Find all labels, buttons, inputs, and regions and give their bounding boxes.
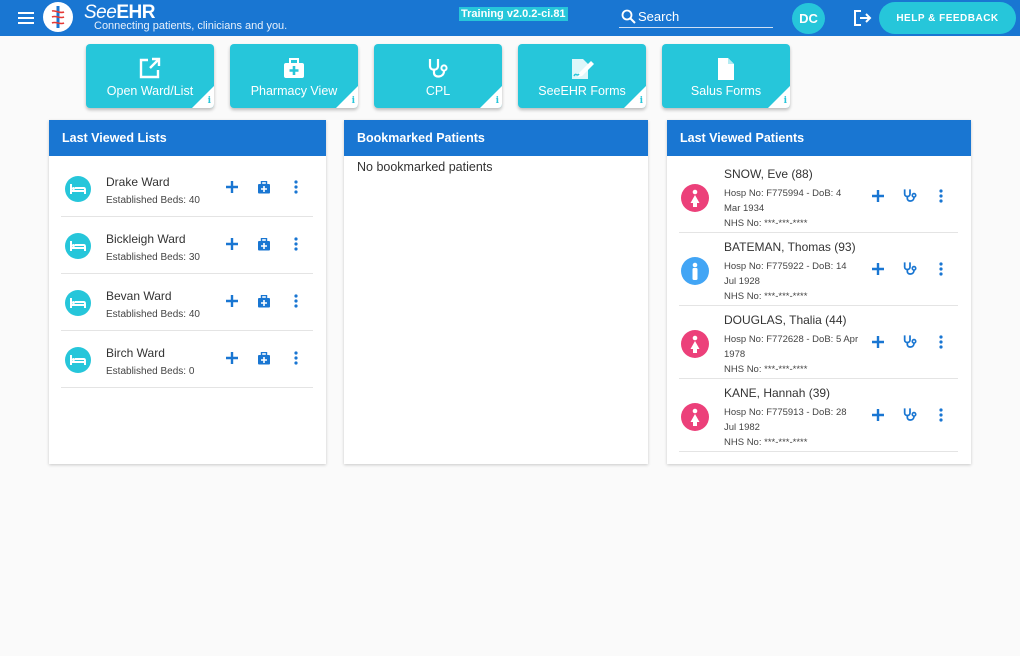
add-icon[interactable] (869, 187, 887, 205)
patient-nhs-number: NHS No: ***-***-**** (724, 437, 808, 448)
stethoscope-icon[interactable] (901, 333, 919, 351)
patient-hosp-dob: Hosp No: F775913 - DoB: 28 Jul 1982 (724, 407, 847, 433)
patient-list-item[interactable]: DOUGLAS, Thalia (44) Hosp No: F772628 - … (679, 306, 958, 379)
edit-form-icon (569, 57, 595, 86)
bookmarked-patients-panel: Bookmarked Patients No bookmarked patien… (344, 120, 648, 464)
patient-name: DOUGLAS, Thalia (44) (724, 313, 847, 327)
patient-list-item[interactable]: BATEMAN, Thomas (93) Hosp No: F775922 - … (679, 233, 958, 306)
open-external-icon (138, 57, 162, 84)
more-vert-icon[interactable] (932, 260, 950, 278)
tile-cpl[interactable]: CPL i (374, 44, 502, 108)
top-app-bar: SeeEHR Connecting patients, clinicians a… (0, 0, 1020, 36)
medical-bag-icon[interactable] (255, 235, 273, 253)
patient-name: KANE, Hannah (39) (724, 386, 831, 400)
more-vert-icon[interactable] (932, 333, 950, 351)
search-input[interactable] (638, 7, 770, 25)
add-icon[interactable] (869, 333, 887, 351)
patient-nhs-number: NHS No: ***-***-**** (724, 218, 808, 229)
ward-list-item[interactable]: Birch Ward Established Beds: 0 (61, 331, 313, 388)
more-vert-icon[interactable] (287, 235, 305, 253)
document-icon (716, 57, 736, 86)
user-avatar[interactable]: DC (792, 3, 825, 34)
tile-open-ward-list[interactable]: Open Ward/List i (86, 44, 214, 108)
tile-salus-forms[interactable]: Salus Forms i (662, 44, 790, 108)
add-icon[interactable] (223, 235, 241, 253)
add-icon[interactable] (869, 406, 887, 424)
stethoscope-icon[interactable] (901, 406, 919, 424)
female-icon (681, 403, 709, 431)
panel-title: Bookmarked Patients (344, 120, 648, 156)
ward-list-item[interactable]: Bevan Ward Established Beds: 40 (61, 274, 313, 331)
more-vert-icon[interactable] (932, 187, 950, 205)
ward-beds: Established Beds: 0 (106, 366, 195, 377)
stethoscope-icon[interactable] (901, 187, 919, 205)
environment-badge: Training v2.0.2-ci.81 (459, 7, 568, 21)
ward-name: Birch Ward (106, 346, 165, 360)
ward-beds: Established Beds: 40 (106, 195, 200, 206)
medical-bag-icon[interactable] (255, 178, 273, 196)
add-icon[interactable] (869, 260, 887, 278)
more-vert-icon[interactable] (932, 406, 950, 424)
panel-title: Last Viewed Patients (667, 120, 971, 156)
brand-tagline: Connecting patients, clinicians and you. (94, 20, 288, 32)
ward-name: Bickleigh Ward (106, 232, 186, 246)
ward-name: Drake Ward (106, 175, 170, 189)
patient-list-item[interactable]: KANE, Hannah (39) Hosp No: F775913 - DoB… (679, 379, 958, 452)
ward-name: Bevan Ward (106, 289, 172, 303)
app-logo (43, 2, 73, 32)
info-icon[interactable]: i (640, 96, 643, 106)
patient-hosp-dob: Hosp No: F775994 - DoB: 4 Mar 1934 (724, 188, 842, 214)
bed-icon (65, 176, 91, 202)
medical-bag-icon (282, 57, 306, 84)
last-viewed-lists-panel: Last Viewed Lists Drake Ward Established… (49, 120, 326, 464)
patient-name: SNOW, Eve (88) (724, 167, 813, 181)
medical-bag-icon[interactable] (255, 349, 273, 367)
info-icon[interactable]: i (784, 96, 787, 106)
more-vert-icon[interactable] (287, 349, 305, 367)
patient-nhs-number: NHS No: ***-***-**** (724, 364, 808, 375)
patient-nhs-number: NHS No: ***-***-**** (724, 291, 808, 302)
add-icon[interactable] (223, 178, 241, 196)
patient-name: BATEMAN, Thomas (93) (724, 240, 856, 254)
ward-list-item[interactable]: Drake Ward Established Beds: 40 (61, 160, 313, 217)
info-icon[interactable]: i (208, 96, 211, 106)
tile-seeehr-forms[interactable]: SeeEHR Forms i (518, 44, 646, 108)
last-viewed-patients-panel: Last Viewed Patients SNOW, Eve (88) Hosp… (667, 120, 971, 464)
menu-icon[interactable] (18, 12, 34, 24)
female-icon (681, 330, 709, 358)
add-icon[interactable] (223, 349, 241, 367)
stethoscope-icon[interactable] (901, 260, 919, 278)
info-icon[interactable]: i (496, 96, 499, 106)
bed-icon (65, 233, 91, 259)
patient-hosp-dob: Hosp No: F775922 - DoB: 14 Jul 1928 (724, 261, 847, 287)
male-icon (681, 257, 709, 285)
stethoscope-icon (426, 57, 450, 86)
info-icon[interactable]: i (352, 96, 355, 106)
panel-title: Last Viewed Lists (49, 120, 326, 156)
logout-icon[interactable] (853, 9, 873, 32)
bed-icon (65, 347, 91, 373)
empty-message: No bookmarked patients (357, 160, 493, 174)
ward-beds: Established Beds: 40 (106, 309, 200, 320)
search-icon (621, 9, 636, 24)
patient-list-item[interactable]: SNOW, Eve (88) Hosp No: F775994 - DoB: 4… (679, 160, 958, 233)
more-vert-icon[interactable] (287, 292, 305, 310)
search-box[interactable] (619, 6, 773, 28)
bed-icon (65, 290, 91, 316)
ward-beds: Established Beds: 30 (106, 252, 200, 263)
female-icon (681, 184, 709, 212)
tile-pharmacy-view[interactable]: Pharmacy View i (230, 44, 358, 108)
medical-bag-icon[interactable] (255, 292, 273, 310)
help-feedback-button[interactable]: HELP & FEEDBACK (879, 2, 1016, 34)
ward-list-item[interactable]: Bickleigh Ward Established Beds: 30 (61, 217, 313, 274)
add-icon[interactable] (223, 292, 241, 310)
patient-hosp-dob: Hosp No: F772628 - DoB: 5 Apr 1978 (724, 334, 859, 360)
more-vert-icon[interactable] (287, 178, 305, 196)
